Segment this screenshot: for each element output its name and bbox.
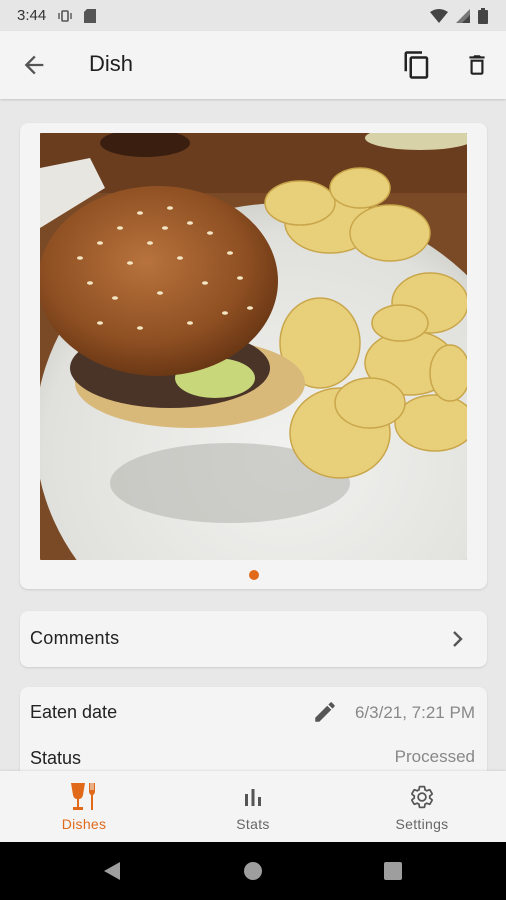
copy-icon[interactable] [402,49,432,81]
nav-item-stats[interactable]: Stats [169,771,337,842]
dish-detail-content[interactable]: Comments Eaten date 6/3/21, 7:21 PM Stat… [0,99,506,771]
dishes-icon [71,783,95,810]
nav-home-icon[interactable] [243,861,263,881]
eaten-date-label: Eaten date [30,702,118,722]
nav-label-dishes: Dishes [61,816,107,832]
page-title: Dish [89,51,134,76]
status-value: Processed [394,747,475,766]
status-time: 3:44 [17,7,47,24]
bar-chart-icon [245,789,261,806]
comments-card[interactable]: Comments [20,611,487,667]
delete-icon[interactable] [464,50,490,80]
system-navigation-bar [0,842,506,900]
nav-label-settings: Settings [395,816,449,832]
signal-vibrate-icon [58,9,72,22]
sd-card-icon [84,8,97,23]
status-label: Status [30,748,82,768]
edit-pencil-icon[interactable] [312,699,338,725]
nav-label-stats: Stats [236,816,270,832]
battery-icon [478,7,488,24]
nav-item-dishes[interactable]: Dishes [0,771,168,842]
pager-dot [249,570,259,580]
comments-label: Comments [30,628,120,648]
details-card: Eaten date 6/3/21, 7:21 PM Status Proces… [20,687,487,771]
cellular-icon [456,8,470,23]
status-bar: 3:44 [0,0,506,31]
nav-item-settings[interactable]: Settings [338,771,506,842]
eaten-date-value[interactable]: 6/3/21, 7:21 PM [355,703,475,723]
arrow-back-icon[interactable] [20,51,48,79]
chevron-right-icon [453,631,463,647]
photo-card [20,123,487,589]
app-bar: Dish [0,31,506,99]
nav-recents-icon[interactable] [384,862,402,880]
burger-photo-illustration [40,133,467,560]
bottom-navigation: Dishes Stats Settings [0,771,506,842]
nav-back-icon[interactable] [102,860,122,882]
dish-photo[interactable] [40,133,467,560]
gear-icon [411,785,433,809]
wifi-icon [430,8,448,23]
